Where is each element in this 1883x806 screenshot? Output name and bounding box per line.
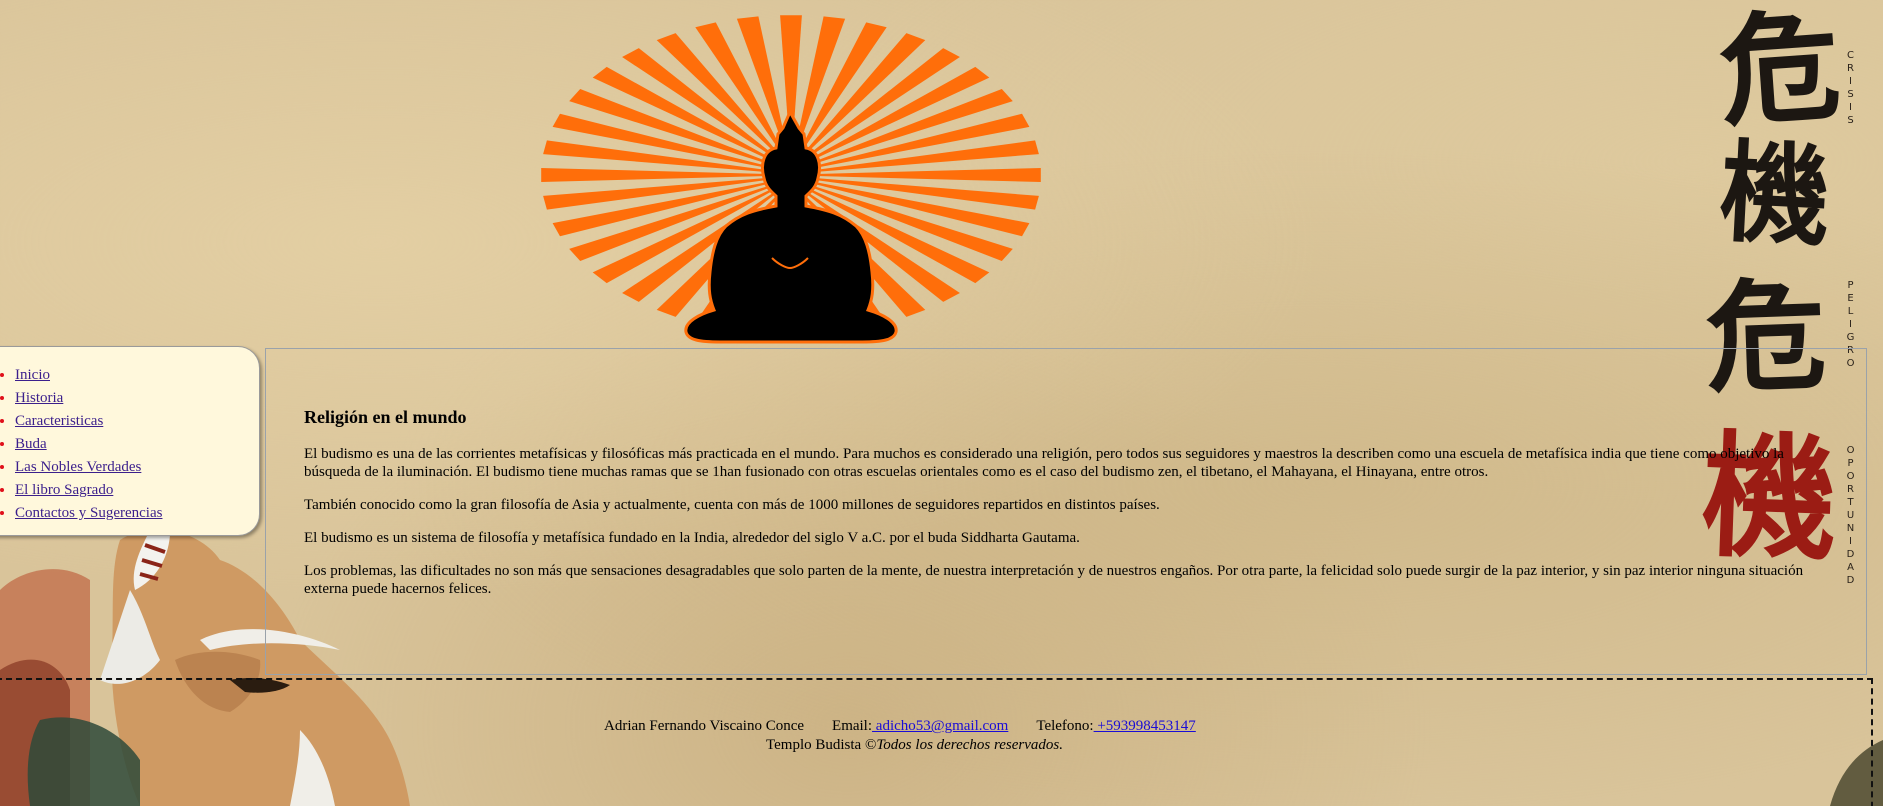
nav-list: Inicio Historia Caracteristicas Buda Las… xyxy=(0,347,259,525)
footer-copyright: Templo Budista ©Todos los derechos reser… xyxy=(766,737,1063,754)
article: Religión en el mundo El budismo es una d… xyxy=(304,407,1814,613)
footer-copyright-prefix: Templo Budista © xyxy=(766,737,877,753)
calligraphy-word-crisis: CRISIS xyxy=(1845,50,1856,128)
nav-item-buda: Buda xyxy=(15,433,259,456)
article-paragraph-3: El budismo es un sistema de filosofía y … xyxy=(304,530,1080,546)
nav-item-inicio: Inicio xyxy=(15,364,259,387)
footer-email-link[interactable]: adicho53@gmail.com xyxy=(872,718,1009,734)
footer-phone-label: Telefono: xyxy=(1036,718,1094,734)
nav-link-inicio[interactable]: Inicio xyxy=(15,367,50,383)
buddha-sunburst-logo xyxy=(541,15,1041,344)
main-navigation: Inicio Historia Caracteristicas Buda Las… xyxy=(0,346,260,536)
nav-item-contactos: Contactos y Sugerencias xyxy=(15,502,259,525)
nav-item-nobles-verdades: Las Nobles Verdades xyxy=(15,456,259,479)
nav-item-caracteristicas: Caracteristicas xyxy=(15,410,259,433)
article-paragraph-1: El budismo es una de las corrientes meta… xyxy=(304,446,1784,480)
article-heading: Religión en el mundo xyxy=(304,407,467,427)
sunburst-ray xyxy=(812,168,1041,182)
main-content: Religión en el mundo El budismo es una d… xyxy=(265,348,1867,675)
article-paragraph-4: Los problemas, las dificultades no son m… xyxy=(304,563,1804,597)
kanji-opportunity: 機 xyxy=(1716,127,1834,262)
nav-item-libro-sagrado: El libro Sagrado xyxy=(15,479,259,502)
nav-item-historia: Historia xyxy=(15,387,259,410)
footer-author: Adrian Fernando Viscaino Conce xyxy=(604,718,805,734)
kanji-danger: 危 xyxy=(1715,0,1845,145)
nav-link-buda[interactable]: Buda xyxy=(15,436,47,452)
nav-link-caracteristicas[interactable]: Caracteristicas xyxy=(15,413,103,429)
footer-contact-line: Adrian Fernando Viscaino Conce Email: adi… xyxy=(604,718,1196,735)
article-paragraph-2: También conocido como la gran filosofía … xyxy=(304,497,1160,513)
footer-copyright-rights: Todos los derechos reservados. xyxy=(876,737,1064,753)
footer-phone-link[interactable]: +593998453147 xyxy=(1094,718,1195,734)
sunburst-ray xyxy=(541,168,770,182)
page-footer: Adrian Fernando Viscaino Conce Email: adi… xyxy=(0,678,1873,806)
nav-link-historia[interactable]: Historia xyxy=(15,390,63,406)
nav-link-nobles-verdades[interactable]: Las Nobles Verdades xyxy=(15,459,141,475)
footer-email-label: Email: xyxy=(832,718,873,734)
nav-link-contactos[interactable]: Contactos y Sugerencias xyxy=(15,505,162,521)
nav-link-libro-sagrado[interactable]: El libro Sagrado xyxy=(15,482,113,498)
